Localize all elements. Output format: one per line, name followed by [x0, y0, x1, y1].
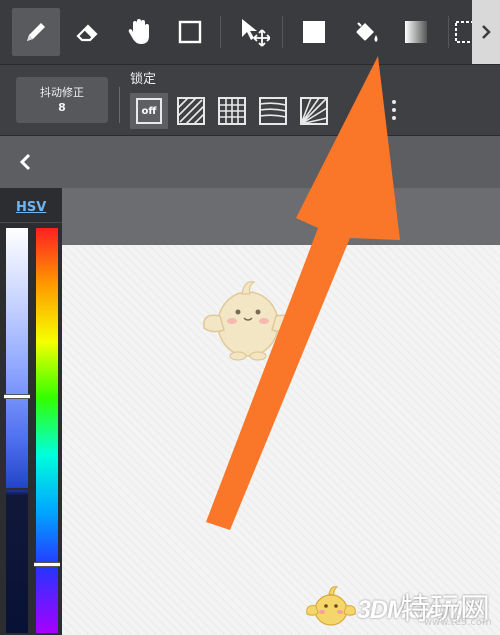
gradient-icon: [405, 21, 427, 43]
hue-marker[interactable]: [34, 562, 60, 567]
hsv-tab[interactable]: HSV: [16, 200, 46, 215]
annotation-arrow: [206, 56, 400, 530]
hand-icon: [128, 19, 149, 44]
filled-square-icon: [303, 21, 325, 43]
fill-color-tool-button[interactable]: [290, 8, 338, 56]
paint-bucket-icon: [356, 22, 378, 42]
hue-slider[interactable]: [36, 228, 58, 633]
stabilizer-value: 8: [58, 101, 66, 114]
watermark-url: www.te5.com: [424, 617, 492, 628]
eraser-icon: [76, 24, 98, 42]
options-divider: [119, 87, 120, 123]
back-chevron-icon[interactable]: [14, 150, 38, 174]
toolbar-divider: [220, 16, 221, 48]
hsv-tab-underline: [0, 222, 62, 223]
hand-tool-button[interactable]: [116, 8, 164, 56]
dashed-selection-icon: [455, 21, 472, 43]
lock-off-label: off: [136, 98, 162, 124]
eraser-tool-button[interactable]: [64, 8, 112, 56]
slider-gap: [6, 488, 28, 490]
stabilizer-button[interactable]: 抖动修正 8: [16, 77, 108, 123]
toolbar-divider: [282, 16, 283, 48]
move-tool-button[interactable]: [230, 8, 278, 56]
rectangle-icon: [178, 20, 202, 44]
rectangle-tool-button[interactable]: [166, 8, 214, 56]
toolbar-divider: [448, 16, 449, 48]
move-cursor-icon: [242, 19, 270, 47]
saturation-marker[interactable]: [4, 394, 30, 399]
watermark-mascot-logo: [306, 586, 356, 626]
lock-off-button[interactable]: off: [130, 93, 168, 129]
toolbar-more-tab[interactable]: [472, 0, 500, 64]
pen-tool-button[interactable]: [12, 8, 60, 56]
stabilizer-label: 抖动修正: [40, 86, 84, 99]
chevron-right-icon: [482, 25, 491, 39]
saturation-value-slider[interactable]: [6, 228, 28, 633]
gradient-tool-button[interactable]: [392, 8, 440, 56]
selection-tool-button[interactable]: [452, 8, 472, 56]
pen-icon: [27, 23, 45, 41]
bucket-fill-tool-button[interactable]: [342, 8, 390, 56]
lock-label: 锁定: [130, 72, 157, 87]
